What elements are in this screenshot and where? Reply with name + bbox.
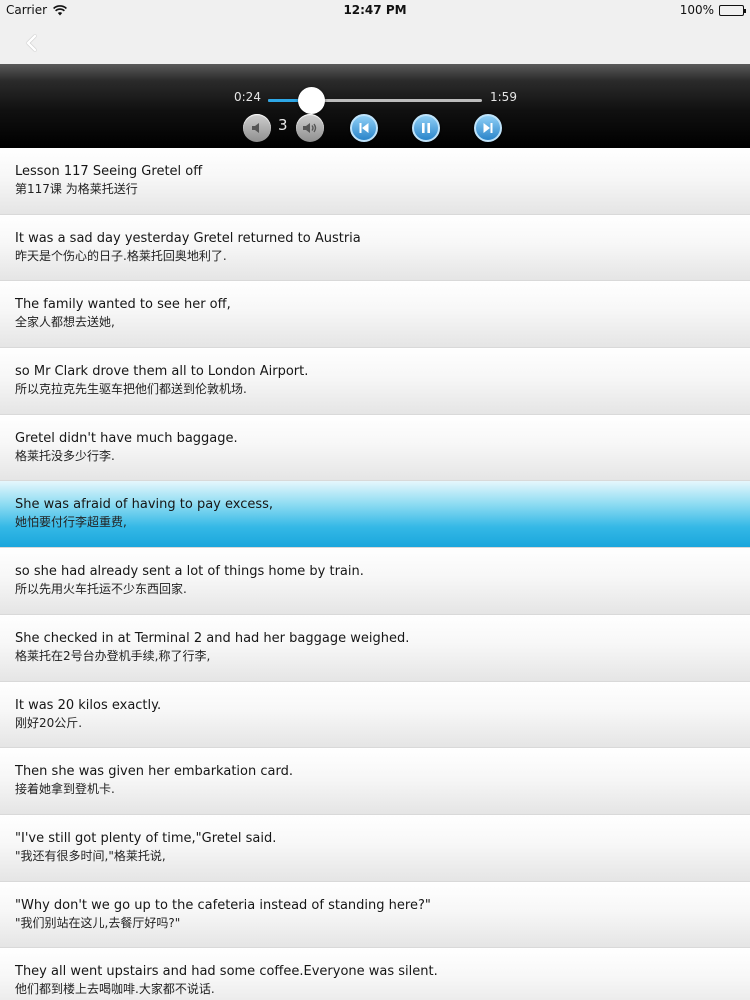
sentence-chinese: 格莱托没多少行李. — [15, 448, 115, 463]
volume-level: 3 — [278, 116, 288, 134]
pause-icon — [422, 123, 430, 133]
sentence-english: The family wanted to see her off, — [15, 297, 231, 313]
sentence-chinese: 所以先用火车托运不少东西回家. — [15, 582, 187, 597]
sentence-english: They all went upstairs and had some coff… — [15, 964, 438, 980]
sentence-english: Then she was given her embarkation card. — [15, 764, 293, 780]
skip-previous-icon — [359, 123, 369, 133]
pause-button[interactable] — [412, 114, 440, 142]
sentence-chinese: 昨天是个伤心的日子.格莱托回奥地利了. — [15, 248, 227, 263]
sentence-english: so Mr Clark drove them all to London Air… — [15, 364, 309, 380]
sentence-row[interactable]: It was a sad day yesterday Gretel return… — [0, 214, 750, 282]
sentence-row[interactable]: They all went upstairs and had some coff… — [0, 948, 750, 1000]
sentence-english: so she had already sent a lot of things … — [15, 564, 364, 580]
elapsed-time: 0:24 — [234, 90, 261, 104]
sentence-row[interactable]: Then she was given her embarkation card.… — [0, 748, 750, 815]
sentence-row[interactable]: "Why don't we go up to the cafeteria ins… — [0, 881, 750, 949]
sentence-english: "Why don't we go up to the cafeteria ins… — [15, 897, 431, 913]
sentence-row[interactable]: She was afraid of having to pay excess, 她… — [0, 481, 750, 549]
sentence-row[interactable]: Lesson 117 Seeing Gretel off 第117课 为格莱托送行 — [0, 148, 750, 215]
sentence-chinese: "我们别站在这儿,去餐厅好吗?" — [15, 915, 181, 930]
sentence-chinese: 第117课 为格莱托送行 — [15, 182, 138, 196]
progress-thumb[interactable] — [297, 87, 325, 114]
audio-player: 0:24 1:59 3 — [0, 64, 750, 148]
sentence-chinese: 所以克拉克先生驱车把他们都送到伦敦机场. — [15, 382, 247, 397]
sentence-chinese: 全家人都想去送她, — [15, 315, 115, 330]
navigation-bar — [0, 22, 750, 64]
sentence-row[interactable]: Gretel didn't have much baggage. 格莱托没多少行李… — [0, 414, 750, 482]
battery-percent: 100% — [679, 3, 714, 17]
sentence-row[interactable]: "I've still got plenty of time,"Gretel s… — [0, 814, 750, 882]
previous-button[interactable] — [350, 114, 378, 142]
sentence-list: Lesson 117 Seeing Gretel off 第117课 为格莱托送行… — [0, 148, 750, 1000]
volume-down-button[interactable] — [243, 114, 271, 142]
volume-up-button[interactable] — [296, 114, 324, 142]
status-bar: Carrier 12:47 PM 100% — [0, 0, 750, 22]
sentence-row[interactable]: so she had already sent a lot of things … — [0, 548, 750, 615]
sentence-row[interactable]: It was 20 kilos exactly. 刚好20公斤. — [0, 681, 750, 749]
speaker-low-icon — [252, 123, 259, 133]
next-button[interactable] — [474, 114, 502, 142]
sentence-english: Lesson 117 Seeing Gretel off — [15, 164, 203, 179]
sentence-english: It was 20 kilos exactly. — [15, 697, 162, 713]
status-time: 12:47 PM — [343, 3, 407, 17]
sentence-english: Gretel didn't have much baggage. — [15, 430, 238, 446]
sentence-row[interactable]: so Mr Clark drove them all to London Air… — [0, 348, 750, 415]
sentence-english: She was afraid of having to pay excess, — [15, 497, 274, 513]
battery-indicator: 100% — [679, 3, 746, 17]
sentence-english: "I've still got plenty of time,"Gretel s… — [15, 830, 277, 846]
sentence-english: It was a sad day yesterday Gretel return… — [15, 230, 361, 246]
battery-icon — [719, 4, 746, 16]
sentence-chinese: 接着她拿到登机卡. — [15, 782, 115, 797]
sentence-chinese: 她怕要付行李超重费, — [15, 515, 127, 530]
speaker-high-icon — [303, 123, 317, 133]
chevron-left-icon — [26, 34, 37, 52]
back-button[interactable] — [18, 30, 44, 56]
sentence-row[interactable]: She checked in at Terminal 2 and had her… — [0, 614, 750, 682]
sentence-chinese: 刚好20公斤. — [15, 715, 83, 730]
progress-slider[interactable] — [268, 87, 482, 114]
sentence-chinese: 他们都到楼上去喝咖啡.大家都不说话. — [15, 982, 215, 997]
sentence-english: She checked in at Terminal 2 and had her… — [15, 630, 410, 646]
sentence-row[interactable]: The family wanted to see her off, 全家人都想去送… — [0, 281, 750, 349]
skip-next-icon — [483, 123, 493, 133]
sentence-chinese: 格莱托在2号台办登机手续,称了行李, — [15, 648, 211, 663]
total-time: 1:59 — [490, 90, 517, 104]
sentence-chinese: "我还有很多时间,"格莱托说, — [15, 848, 166, 863]
